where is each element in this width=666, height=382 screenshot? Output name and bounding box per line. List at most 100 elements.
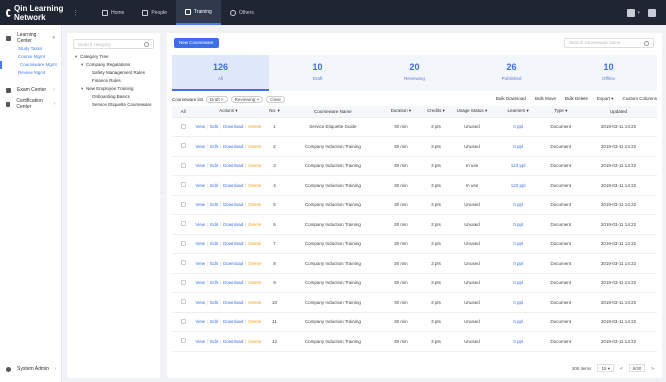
download-link[interactable]: Download: [223, 319, 243, 324]
row-checkbox[interactable]: [180, 240, 186, 246]
learner-count-link[interactable]: 0 ppl: [494, 214, 542, 235]
tree-node[interactable]: Onboarding Basics: [67, 93, 160, 101]
edit-link[interactable]: Edit: [210, 183, 218, 188]
delete-link[interactable]: Delete: [248, 124, 261, 129]
view-link[interactable]: View: [195, 183, 205, 188]
filter-clear[interactable]: Clear: [266, 95, 286, 103]
view-link[interactable]: View: [195, 241, 205, 246]
row-checkbox[interactable]: [180, 260, 186, 266]
row-checkbox[interactable]: [180, 318, 186, 324]
tree-node[interactable]: Service Etiquette Courseware: [67, 101, 160, 109]
tree-search-input[interactable]: Search category: [73, 39, 154, 49]
view-link[interactable]: View: [195, 202, 205, 207]
delete-link[interactable]: Delete: [248, 222, 261, 227]
sidebar-group-exam[interactable]: Exam Center ›: [0, 83, 61, 97]
tree-node[interactable]: ▾ Category Tree: [67, 53, 160, 61]
learner-count-link[interactable]: 0 ppl: [494, 136, 542, 157]
row-checkbox[interactable]: [180, 123, 186, 129]
download-link[interactable]: Download: [223, 222, 243, 227]
edit-link[interactable]: Edit: [210, 124, 218, 129]
avatar[interactable]: [627, 8, 636, 17]
delete-link[interactable]: Delete: [248, 300, 261, 305]
nav-training[interactable]: Training: [175, 0, 221, 25]
collapse-handle[interactable]: ‹: [161, 190, 166, 200]
sidebar-item-review[interactable]: Review Mgmt: [0, 69, 61, 77]
delete-link[interactable]: Delete: [248, 261, 261, 266]
row-checkbox[interactable]: [180, 143, 186, 149]
edit-link[interactable]: Edit: [210, 261, 218, 266]
bulk-delete-button[interactable]: Bulk Delete: [565, 96, 588, 102]
view-link[interactable]: View: [195, 124, 205, 129]
search-icon[interactable]: [644, 41, 649, 46]
column-header[interactable]: Actions ▾: [194, 106, 263, 118]
download-link[interactable]: Download: [223, 163, 243, 168]
row-checkbox[interactable]: [180, 338, 186, 344]
stat-card[interactable]: 10 Offline: [560, 55, 657, 91]
delete-link[interactable]: Delete: [248, 163, 261, 168]
custom-columns-button[interactable]: Custom Columns: [622, 96, 657, 102]
delete-link[interactable]: Delete: [248, 241, 261, 246]
row-checkbox[interactable]: [180, 182, 186, 188]
row-checkbox[interactable]: [180, 201, 186, 207]
download-link[interactable]: Download: [223, 144, 243, 149]
delete-link[interactable]: Delete: [248, 319, 261, 324]
column-header[interactable]: Updated: [579, 106, 657, 118]
download-link[interactable]: Download: [223, 202, 243, 207]
learner-count-link[interactable]: 123 ppl: [494, 175, 542, 196]
view-link[interactable]: View: [195, 319, 205, 324]
view-link[interactable]: View: [195, 280, 205, 285]
prev-page-button[interactable]: <: [620, 366, 623, 371]
page-number-input[interactable]: 6/30: [628, 364, 646, 372]
stat-card[interactable]: 20 Reviewing: [366, 55, 463, 91]
view-link[interactable]: View: [195, 222, 205, 227]
edit-link[interactable]: Edit: [210, 202, 218, 207]
page-size-select[interactable]: 15 ▾: [597, 364, 614, 372]
bulk-download-button[interactable]: Bulk Download: [496, 96, 526, 102]
courseware-search-input[interactable]: Search courseware name...: [564, 38, 654, 48]
row-checkbox[interactable]: [180, 221, 186, 227]
export-button[interactable]: Export ▾: [597, 96, 614, 102]
delete-link[interactable]: Delete: [248, 339, 261, 344]
filter-tag-draft[interactable]: Draft ×: [206, 95, 228, 103]
delete-link[interactable]: Delete: [248, 183, 261, 188]
download-link[interactable]: Download: [223, 280, 243, 285]
delete-link[interactable]: Delete: [248, 144, 261, 149]
stat-card[interactable]: 10 Draft: [269, 55, 366, 91]
sidebar-group-learning[interactable]: Learning Center ▾: [0, 31, 61, 45]
download-link[interactable]: Download: [223, 241, 243, 246]
tree-node[interactable]: Safety Management Rules: [67, 69, 160, 77]
chevron-down-icon[interactable]: ▾: [637, 10, 640, 16]
next-page-button[interactable]: >: [651, 366, 654, 371]
edit-link[interactable]: Edit: [210, 144, 218, 149]
learner-count-link[interactable]: 0 ppl: [494, 273, 542, 293]
stat-card[interactable]: 26 Published: [463, 55, 560, 91]
view-link[interactable]: View: [195, 144, 205, 149]
edit-link[interactable]: Edit: [210, 339, 218, 344]
sidebar-group-cert[interactable]: Certification Center ›: [0, 97, 61, 111]
edit-link[interactable]: Edit: [210, 163, 218, 168]
column-header[interactable]: Usage Status ▾: [449, 106, 495, 118]
search-icon[interactable]: [144, 41, 149, 47]
brand[interactable]: Qin Learning Network: [0, 4, 66, 22]
sidebar-item-system[interactable]: System Admin ›: [0, 362, 62, 376]
view-link[interactable]: View: [195, 261, 205, 266]
stat-card[interactable]: 126 All: [172, 55, 269, 91]
learner-count-link[interactable]: 0 ppl: [494, 253, 542, 274]
edit-link[interactable]: Edit: [210, 319, 218, 324]
row-checkbox[interactable]: [180, 162, 186, 168]
sidebar-item-courseware[interactable]: Courseware Mgmt: [0, 61, 61, 69]
edit-link[interactable]: Edit: [210, 300, 218, 305]
view-link[interactable]: View: [195, 300, 205, 305]
download-link[interactable]: Download: [223, 183, 243, 188]
column-header[interactable]: Type ▾: [541, 106, 580, 118]
filter-tag-reviewing[interactable]: Reviewing ×: [230, 95, 264, 103]
edit-link[interactable]: Edit: [210, 222, 218, 227]
column-header[interactable]: No. ▾: [262, 106, 287, 118]
fullscreen-icon[interactable]: [648, 8, 656, 17]
column-header[interactable]: Learners ▾: [494, 106, 542, 118]
column-header[interactable]: Credits ▾: [422, 106, 450, 118]
column-header[interactable]: Duration ▾: [379, 106, 423, 118]
add-courseware-button[interactable]: New Courseware: [174, 38, 219, 48]
bulk-move-button[interactable]: Bulk Move: [535, 96, 556, 102]
download-link[interactable]: Download: [223, 261, 243, 266]
